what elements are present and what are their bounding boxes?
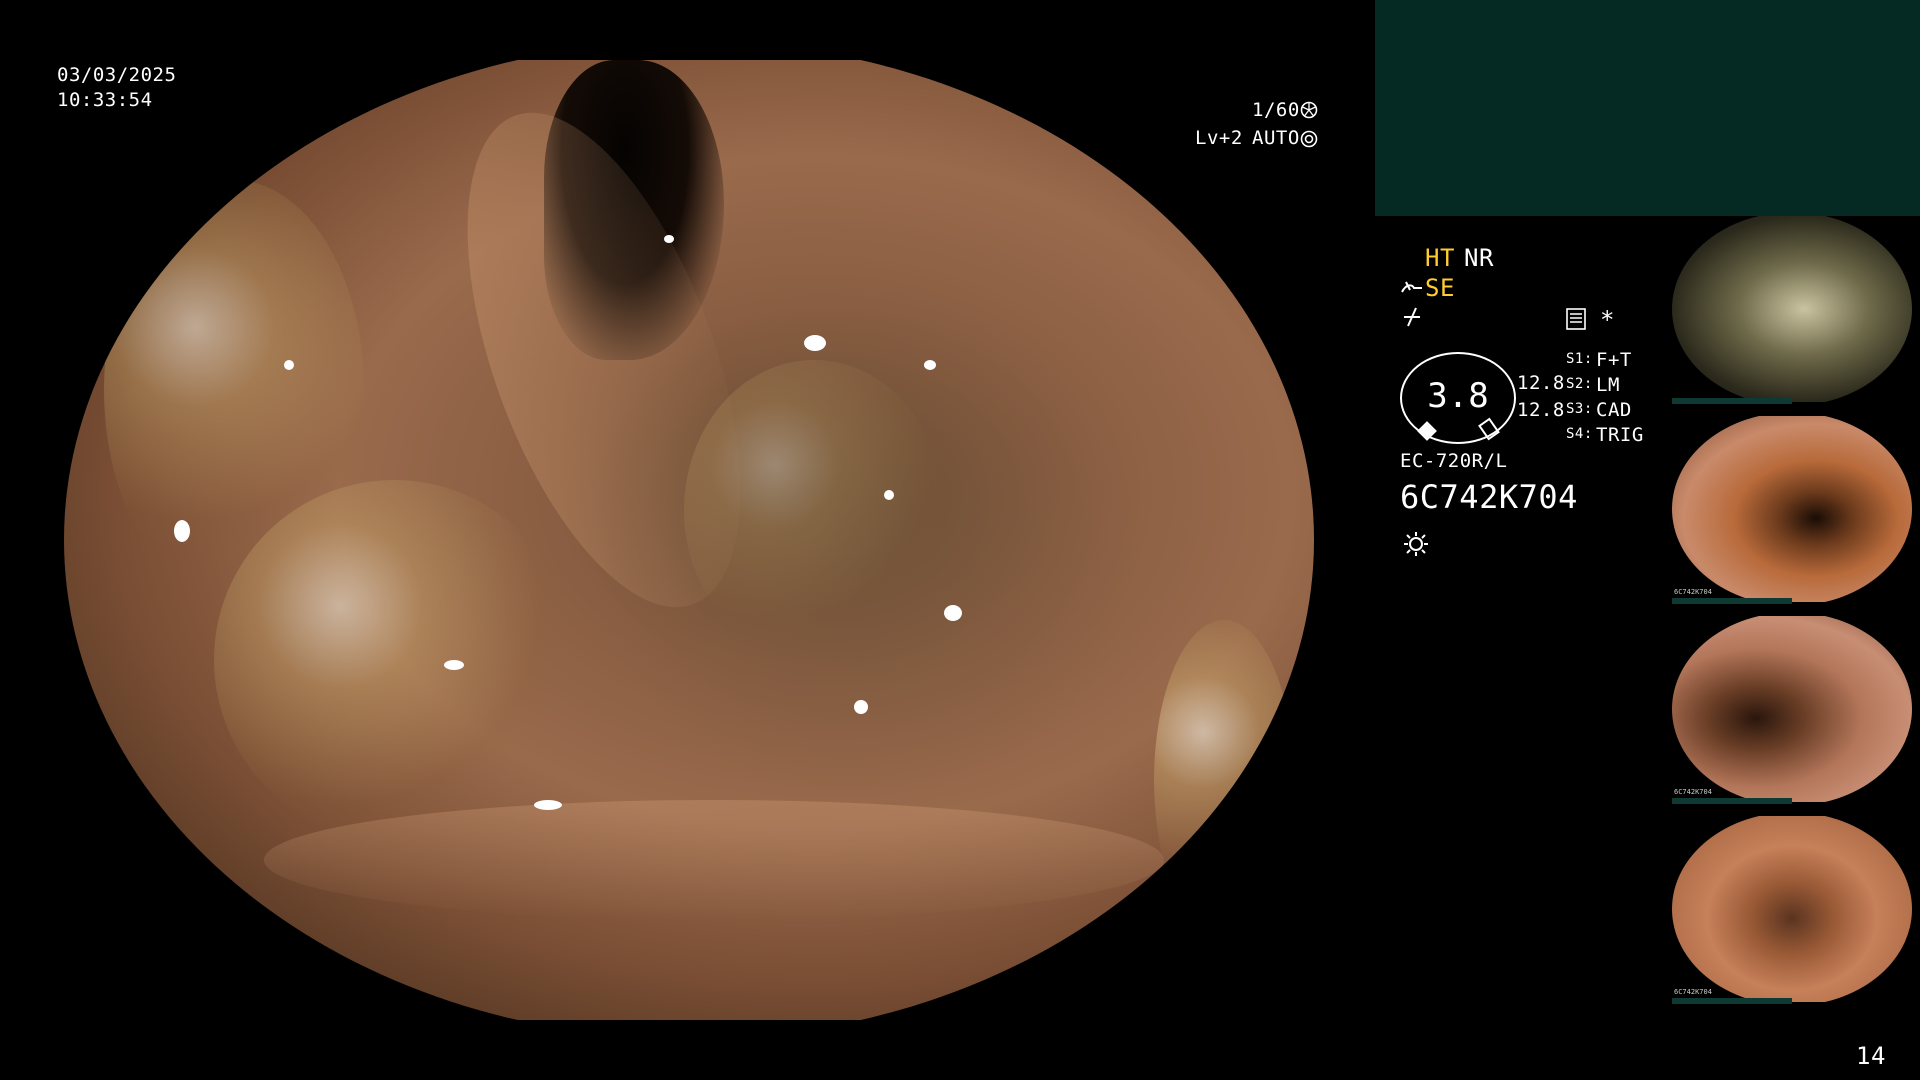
thumbnail-1[interactable] [1672,216,1920,404]
dial-value: 3.8 [1427,376,1489,416]
highlight [664,235,674,243]
thumbnail-image [1672,216,1912,402]
s4-label: S4: [1566,426,1593,442]
endoscope-view [64,60,1314,1020]
s1-value: F+T [1596,349,1632,371]
thumbnail-4[interactable]: 6C742K704 [1672,816,1920,1004]
mode-label: AUTO [1252,127,1300,149]
highlight [944,605,962,621]
dial-marker [1478,417,1500,441]
highlight [284,360,294,370]
asterisk-label: * [1600,306,1615,334]
s1-label: S1: [1566,351,1593,367]
highlight [534,800,562,810]
highlight [804,335,826,351]
value-2: 12.8 [1517,399,1565,421]
shutter-label: 1/60 [1252,99,1300,121]
nr-label: NR [1464,244,1494,272]
thumbnail-bar [1672,998,1792,1004]
highlight [924,360,936,370]
highlight [174,520,190,542]
bubble [684,360,944,660]
thumbnail-3[interactable]: 6C742K704 [1672,616,1920,804]
highlight [444,660,464,670]
thumbnail-bar [1672,598,1792,604]
s2-value: LM [1596,374,1620,396]
brightness-dial: 3.8 [1400,352,1516,444]
bubble [1154,620,1294,940]
s2-label: S2: [1566,376,1593,392]
thumbnail-image [1672,416,1912,602]
auto-exposure-icon [1300,130,1318,148]
page-number: 14 [1856,1042,1886,1070]
date-label: 03/03/2025 [57,64,177,86]
s3-label: S3: [1566,401,1593,417]
scope-icon [1401,281,1422,293]
s3-value: CAD [1596,399,1632,421]
thumbnail-bar [1672,398,1792,404]
highlight [854,700,868,714]
s4-value: TRIG [1596,424,1644,446]
dial-marker [1417,421,1437,441]
thumbnail-image [1672,816,1912,1002]
thumbnail-image [1672,616,1912,802]
model-label: EC-720R/L [1400,450,1508,472]
thumbnail-caption: 6C742K704 [1674,588,1712,596]
memory-icon [1566,308,1586,330]
flash-icon [1404,307,1420,327]
shutter-icon [1300,101,1318,119]
thumbnail-caption: 6C742K704 [1674,988,1712,996]
light-icon [1404,532,1428,556]
thumbnail-bar [1672,798,1792,804]
serial-label: 6C742K704 [1400,478,1578,516]
level-label: Lv+2 [1195,127,1243,149]
time-label: 10:33:54 [57,89,153,111]
value-1: 12.8 [1517,372,1565,394]
se-label: SE [1425,274,1455,302]
preview-panel [1375,0,1920,216]
thumbnail-2[interactable]: 6C742K704 [1672,416,1920,604]
ht-label: HT [1425,244,1455,272]
highlight [884,490,894,500]
thumbnail-caption: 6C742K704 [1674,788,1712,796]
bubble [214,480,574,840]
